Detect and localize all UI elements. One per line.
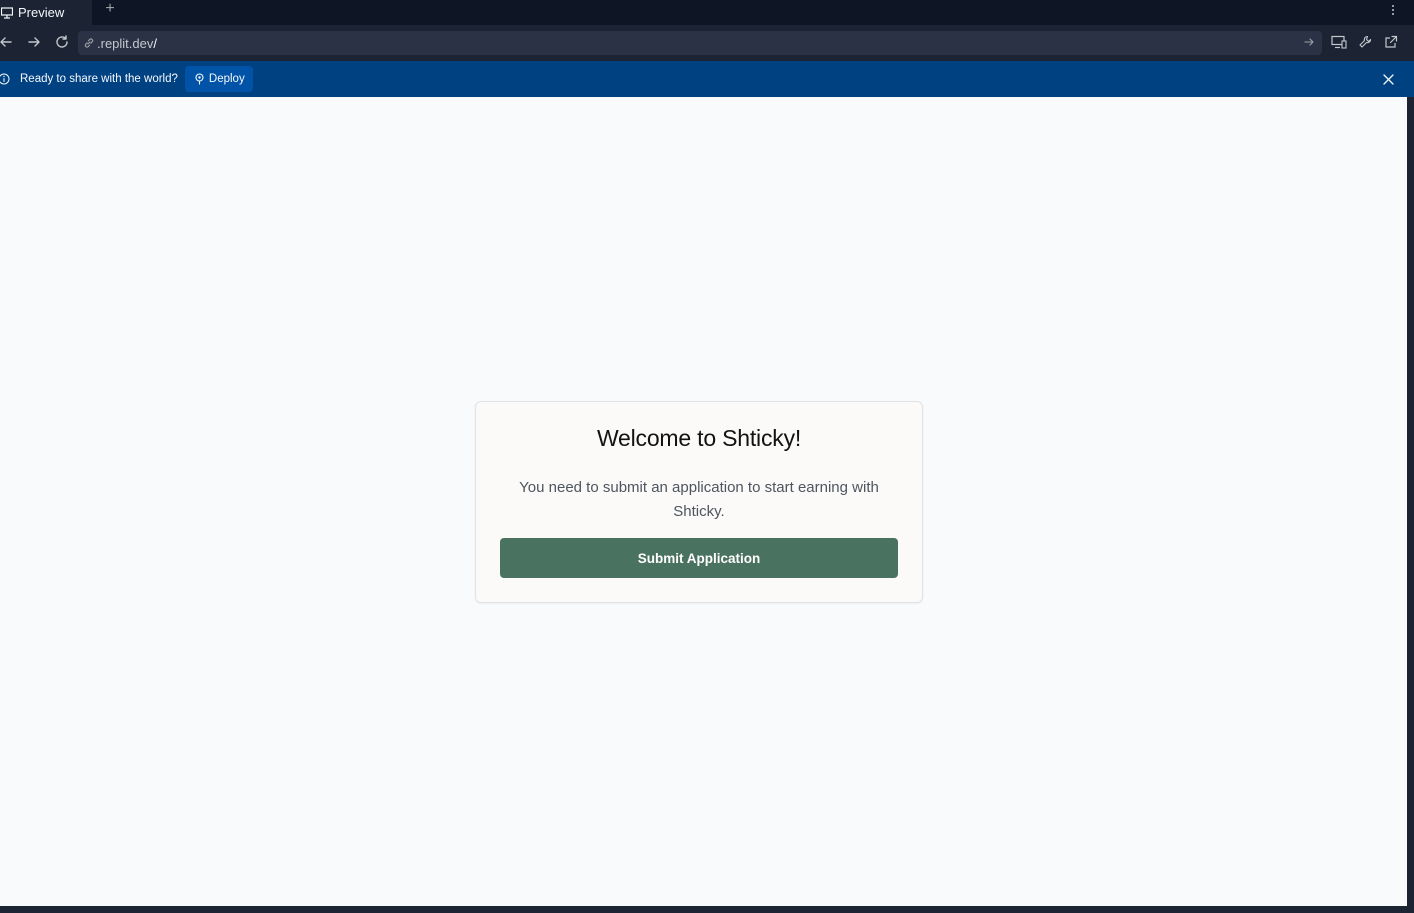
window-edge-right	[1407, 97, 1414, 913]
tab-label: Preview	[18, 4, 65, 20]
new-tab-button[interactable]: +	[101, 1, 119, 19]
deploy-icon	[194, 73, 205, 85]
monitor-icon	[0, 6, 14, 20]
more-options-icon[interactable]	[1388, 2, 1398, 18]
preview-page: Welcome to Shticky! You need to submit a…	[0, 97, 1407, 906]
deploy-label: Deploy	[208, 73, 245, 85]
close-icon[interactable]	[1381, 72, 1395, 86]
go-arrow-icon[interactable]	[1302, 35, 1316, 49]
info-icon	[0, 72, 11, 86]
welcome-card: Welcome to Shticky! You need to submit a…	[475, 401, 923, 603]
url-suffix: /	[153, 35, 157, 51]
welcome-title: Welcome to Shticky!	[596, 425, 802, 451]
window-edge-bottom	[0, 906, 1414, 913]
deploy-banner: Ready to share with the world? Deploy	[0, 61, 1414, 97]
submit-application-button[interactable]: Submit Application	[500, 538, 898, 578]
navigation-bar: .replit.dev /	[0, 25, 1414, 61]
url-field[interactable]: .replit.dev /	[78, 31, 1322, 55]
url-text: .replit.dev	[97, 35, 154, 51]
tab-bar: Preview +	[0, 0, 1414, 25]
devices-icon[interactable]	[1330, 33, 1348, 51]
banner-message: Ready to share with the world?	[20, 73, 178, 85]
link-icon	[82, 36, 96, 50]
deploy-button[interactable]: Deploy	[184, 66, 253, 92]
forward-arrow-icon[interactable]	[25, 33, 43, 51]
replit-preview-window: Preview + .replit.dev / Ready to share w…	[0, 0, 1414, 913]
back-arrow-icon[interactable]	[0, 33, 15, 51]
open-external-icon[interactable]	[1382, 33, 1400, 51]
reload-icon[interactable]	[53, 33, 71, 51]
welcome-message: You need to submit an application to sta…	[519, 479, 879, 520]
tab-preview[interactable]: Preview	[0, 0, 92, 25]
wrench-icon[interactable]	[1356, 33, 1374, 51]
